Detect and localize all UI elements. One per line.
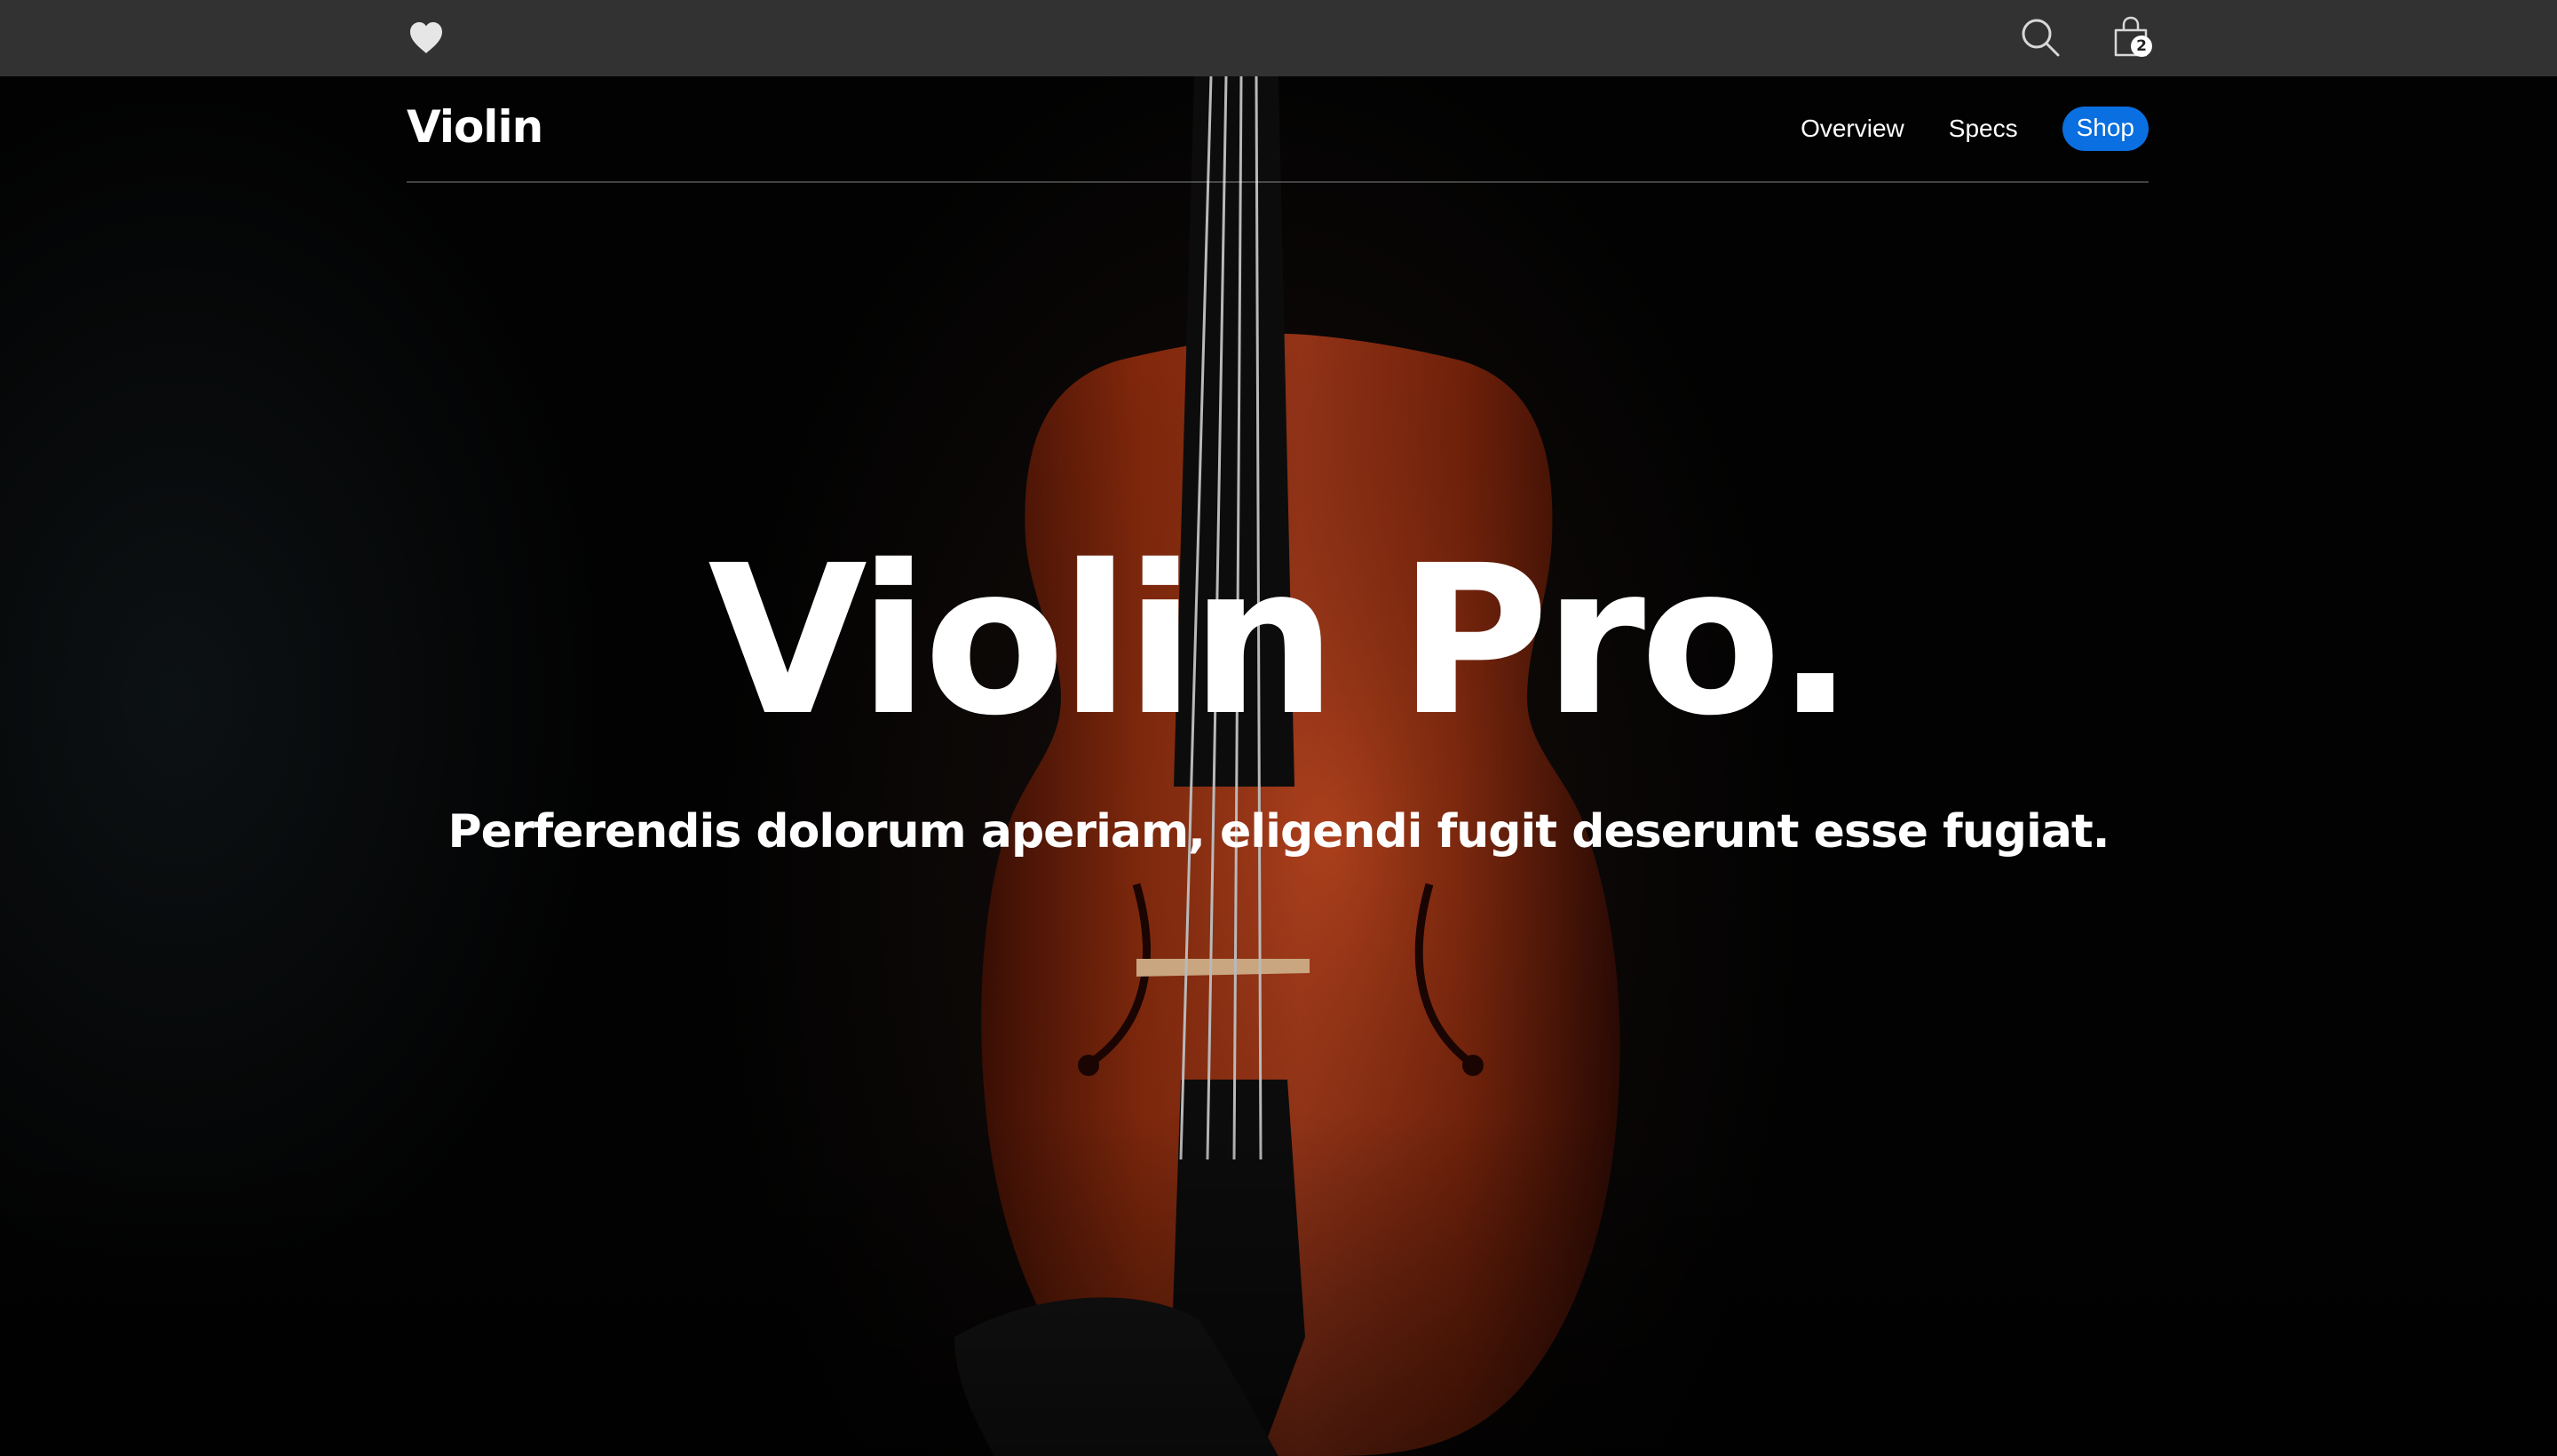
- bag-count-badge: 2: [2131, 36, 2152, 57]
- nav-link-specs[interactable]: Specs: [1949, 115, 2018, 143]
- hero-section: [0, 76, 2557, 1456]
- hero-subtitle: Perferendis dolorum aperiam, eligendi fu…: [447, 805, 2110, 859]
- product-page: 2 Violin Overview Specs Shop Violin Pro.…: [0, 0, 2557, 1456]
- nav-link-overview[interactable]: Overview: [1801, 115, 1904, 143]
- local-nav-links: Overview Specs Shop: [1801, 107, 2149, 151]
- product-brand-link[interactable]: Violin: [407, 101, 543, 153]
- shop-button[interactable]: Shop: [2062, 107, 2149, 151]
- local-nav: Violin Overview Specs Shop: [407, 76, 2149, 183]
- search-icon[interactable]: [2019, 16, 2062, 59]
- hero-title: Violin Pro.: [708, 521, 1854, 761]
- violin-photo: [0, 76, 2557, 1456]
- heart-icon[interactable]: [405, 16, 447, 59]
- global-nav-bar: 2: [0, 0, 2557, 76]
